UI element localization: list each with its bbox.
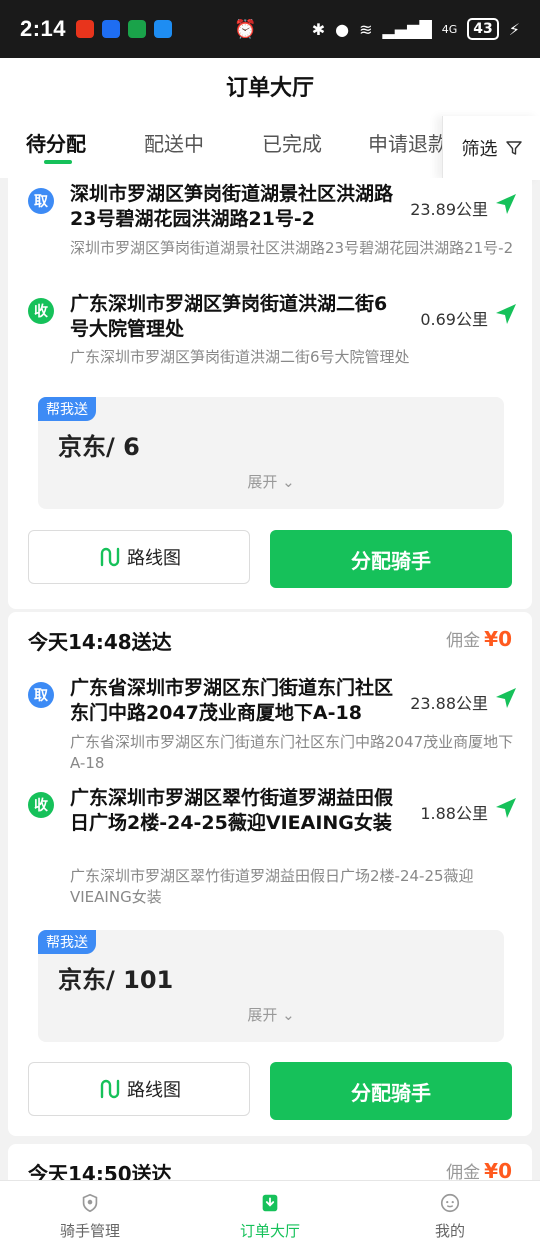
route-icon [100, 1079, 120, 1099]
navigate-icon[interactable] [494, 192, 518, 216]
dropoff-distance: 0.69公里 [420, 310, 488, 329]
weibo-app-icon [76, 20, 95, 38]
tab-completed[interactable]: 已完成 [262, 128, 322, 157]
order-card: 今天14:50送达 佣金 ¥0 [8, 1144, 532, 1180]
goods-box: 帮我送 京东/ 6 展开 ⌄ [38, 397, 504, 509]
order-hall-icon [262, 1194, 278, 1212]
battery-icon: 43 [467, 18, 499, 40]
status-bar: 2:14 ⏰ ✱ ● ≋ ▂▄▆█ 4G 43 ⚡ [0, 0, 540, 58]
pickup-address: 深圳市罗湖区笋岗街道湖景社区洪湖路23号碧湖花园洪湖路21号-2 [70, 239, 514, 257]
dropoff-title: 广东深圳市罗湖区翠竹街道罗湖益田假日广场2楼-24-25薇迎VIEAING女装 [70, 787, 394, 834]
commission: 佣金 ¥0 [446, 1158, 512, 1180]
expand-label: 展开 [247, 1006, 278, 1024]
filter-icon [505, 141, 522, 155]
route-map-label: 路线图 [127, 1080, 181, 1101]
nav-profile[interactable]: 我的 [360, 1181, 540, 1252]
goods-box: 帮我送 京东/ 101 展开 ⌄ [38, 930, 504, 1042]
nav-label: 我的 [434, 1222, 465, 1240]
pickup-badge: 取 [28, 682, 54, 708]
pickup-badge: 取 [28, 188, 54, 214]
profile-icon [440, 1193, 460, 1213]
filter-button[interactable]: 筛选 [442, 116, 540, 180]
expand-toggle[interactable]: 展开 ⌄ [38, 471, 504, 492]
commission-value: ¥0 [484, 627, 512, 651]
expand-toggle[interactable]: 展开 ⌄ [38, 1004, 504, 1025]
order-type-tag: 帮我送 [38, 930, 96, 954]
goods-name: 京东/ 6 [58, 433, 140, 461]
pickup-address: 广东省深圳市罗湖区东门街道东门社区东门中路2047茂业商厦地下A-18 [70, 733, 514, 772]
order-card: 今天14:48送达 佣金 ¥0 取 广东省深圳市罗湖区东门街道东门社区东门中路20… [8, 612, 532, 1136]
wechat-app-icon [128, 20, 147, 38]
order-card: 取 深圳市罗湖区笋岗街道湖景社区洪湖路23号碧湖花园洪湖路21号-2 23.89… [8, 178, 532, 609]
dropoff-distance: 1.88公里 [420, 804, 488, 823]
network-type: 4G [441, 22, 458, 36]
dropoff-address: 广东深圳市罗湖区笋岗街道洪湖二街6号大院管理处 [70, 348, 410, 366]
route-map-button[interactable]: 路线图 [28, 530, 250, 584]
tab-indicator [44, 160, 72, 164]
assign-rider-button[interactable]: 分配骑手 [270, 530, 512, 588]
alarm-icon: ⏰ [234, 18, 257, 40]
signal-icon: ▂▄▆█ [382, 19, 432, 39]
expand-label: 展开 [247, 473, 278, 491]
deliver-time: 今天14:50送达 [28, 1162, 172, 1180]
rider-icon [82, 1193, 98, 1213]
bluetooth-icon: ✱ [311, 19, 326, 39]
bottom-nav: 骑手管理 订单大厅 我的 [0, 1180, 540, 1252]
assign-rider-button[interactable]: 分配骑手 [270, 1062, 512, 1120]
commission-label: 佣金 [446, 1163, 481, 1180]
nav-rider-management[interactable]: 骑手管理 [0, 1181, 180, 1252]
tab-pending-assign[interactable]: 待分配 [26, 128, 86, 157]
pickup-distance: 23.89公里 [410, 200, 488, 219]
navigate-icon[interactable] [494, 302, 518, 326]
dropoff-badge: 收 [28, 298, 54, 324]
location-icon: ● [335, 19, 350, 39]
dropoff-address: 广东深圳市罗湖区翠竹街道罗湖益田假日广场2楼-24-25薇迎VIEAING女装 [70, 867, 474, 906]
commission-value: ¥0 [484, 1159, 512, 1180]
page-title: 订单大厅 [225, 76, 314, 101]
navigate-icon[interactable] [494, 686, 518, 710]
status-time: 2:14 [20, 16, 67, 41]
dropoff-stop: 收 广东深圳市罗湖区笋岗街道洪湖二街6号大院管理处 0.69公里 广东深圳市罗湖… [28, 292, 518, 372]
nav-label: 订单大厅 [239, 1222, 300, 1240]
app-icon [102, 20, 121, 38]
assign-rider-label: 分配骑手 [351, 1080, 431, 1105]
route-map-label: 路线图 [127, 548, 181, 569]
filter-label: 筛选 [461, 139, 498, 160]
app-icon [154, 20, 173, 38]
nav-label: 骑手管理 [59, 1222, 120, 1240]
navigate-icon[interactable] [494, 796, 518, 820]
commission: 佣金 ¥0 [446, 626, 512, 651]
app-bar: 订单大厅 [0, 58, 540, 114]
tab-refund[interactable]: 申请退款 [368, 128, 448, 157]
pickup-stop: 取 深圳市罗湖区笋岗街道湖景社区洪湖路23号碧湖花园洪湖路21号-2 23.89… [28, 182, 518, 282]
route-icon [100, 547, 120, 567]
status-app-icons [76, 20, 173, 38]
wifi-icon: ≋ [359, 19, 373, 39]
pickup-title: 深圳市罗湖区笋岗街道湖景社区洪湖路23号碧湖花园洪湖路21号-2 [70, 183, 394, 230]
dropoff-title: 广东深圳市罗湖区笋岗街道洪湖二街6号大院管理处 [70, 293, 388, 340]
assign-rider-label: 分配骑手 [351, 548, 431, 573]
chevron-down-icon: ⌄ [282, 1006, 295, 1024]
route-map-button[interactable]: 路线图 [28, 1062, 250, 1116]
dropoff-stop: 收 广东深圳市罗湖区翠竹街道罗湖益田假日广场2楼-24-25薇迎VIEAING女… [28, 786, 518, 906]
dropoff-badge: 收 [28, 792, 54, 818]
charging-icon: ⚡ [508, 19, 520, 39]
deliver-time: 今天14:48送达 [28, 630, 172, 654]
pickup-stop: 取 广东省深圳市罗湖区东门街道东门社区东门中路2047茂业商厦地下A-18 23… [28, 676, 518, 776]
commission-label: 佣金 [446, 631, 481, 651]
order-type-tag: 帮我送 [38, 397, 96, 421]
nav-order-hall[interactable]: 订单大厅 [180, 1181, 360, 1252]
pickup-distance: 23.88公里 [410, 694, 488, 713]
goods-name: 京东/ 101 [58, 966, 174, 994]
order-list[interactable]: 取 深圳市罗湖区笋岗街道湖景社区洪湖路23号碧湖花园洪湖路21号-2 23.89… [0, 178, 540, 1180]
tab-delivering[interactable]: 配送中 [144, 128, 204, 157]
pickup-title: 广东省深圳市罗湖区东门街道东门社区东门中路2047茂业商厦地下A-18 [70, 677, 394, 724]
chevron-down-icon: ⌄ [282, 473, 295, 491]
